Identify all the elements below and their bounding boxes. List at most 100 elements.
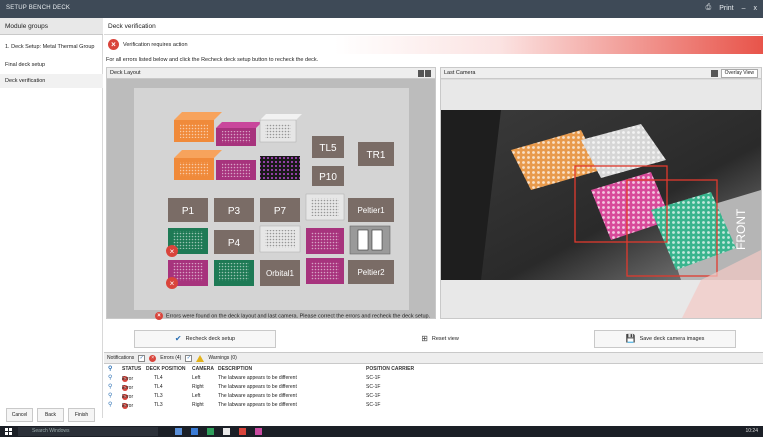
wizard-buttons: Cancel Back Finish [6,408,95,422]
labware-magenta-4[interactable] [306,258,344,284]
column-deck-position[interactable]: DECK POSITION [146,366,185,372]
sidebar-item-deck-setup[interactable]: 1. Deck Setup: Metal Thermal Group [0,40,103,54]
tip-holder-icon[interactable] [349,225,391,255]
save-icon: 💾 [625,334,636,343]
labware-orange-2[interactable] [174,150,222,180]
deck-position-TL5[interactable]: TL5 [312,136,344,158]
windows-start-icon[interactable] [5,428,12,435]
back-button[interactable]: Back [37,408,64,422]
reset-view-button[interactable]: ⊞ Reset view [420,330,460,348]
sidebar-item-deck-verification[interactable]: Deck verification [0,74,103,88]
warning-filter-checkbox[interactable]: ✓ [185,354,193,362]
deck-position-TR1[interactable]: TR1 [358,142,394,166]
reset-view-icon: ⊞ [421,334,428,343]
deck-layout-panel: Deck Layout TL5 TR1 P10 P1 P3 P7 Peltier… [106,67,436,320]
finish-button[interactable]: Finish [68,408,95,422]
app-icon-2[interactable] [255,428,262,435]
error-icon: × [108,39,119,50]
camera-icon [710,70,718,77]
search-icon[interactable]: ⚲ [108,365,112,372]
app-icon[interactable] [239,428,246,435]
row-status: Error [122,403,134,409]
locate-icon[interactable]: ⚲ [108,383,112,390]
table-row[interactable]: ⚲ × Error TL4 Right The labware appears … [104,383,763,392]
deck-position-Peltier2[interactable]: Peltier2 [348,260,394,284]
view-option[interactable]: Overlay View [720,69,758,78]
warning-icon [196,354,205,362]
error-filter-checkbox[interactable]: ✓ [138,354,146,362]
warning-filter-label: Warnings (0) [208,355,237,361]
deck-layout-view[interactable]: TL5 TR1 P10 P1 P3 P7 Peltier1 × P4 × Orb… [134,88,409,310]
taskbar: Search Windows 10:24 [0,426,763,437]
task-view-icon[interactable] [175,428,182,435]
locate-icon[interactable]: ⚲ [108,374,112,381]
taskbar-search[interactable]: Search Windows [18,427,158,436]
labware-magenta-3[interactable] [306,228,344,254]
deck-position-P7[interactable]: P7 [260,198,300,222]
row-position: TL3 [154,393,163,399]
labware-white-1[interactable] [259,114,302,143]
column-description[interactable]: DESCRIPTION [218,366,252,372]
sidebar-item-final-deck-setup[interactable]: Final deck setup [0,58,103,72]
row-carrier: SC-1F [366,375,381,381]
recheck-label: Recheck deck setup [185,336,236,342]
print-label[interactable]: Print [719,5,733,12]
row-camera: Left [192,393,201,399]
deck-label-Peltier1: Peltier1 [357,206,385,215]
labware-green-error-1[interactable]: × [166,228,208,257]
deck-label-P10: P10 [319,172,337,183]
camera-image[interactable]: FRONT [441,80,761,318]
deck-position-P10[interactable]: P10 [312,166,344,186]
labware-magenta-error[interactable]: × [166,260,208,289]
deck-position-P3[interactable]: P3 [214,198,254,222]
reset-view-label: Reset view [431,336,459,342]
table-header: ⚲ STATUS DECK POSITION CAMERA DESCRIPTIO… [104,365,763,374]
sidebar-header-label: Module groups [5,23,48,30]
table-row[interactable]: ⚲ × Error TL3 Left The labware appears t… [104,392,763,401]
close-button[interactable]: x [754,5,758,12]
deck-position-Orbital1[interactable]: Orbital1 [260,260,300,286]
column-position-carrier[interactable]: POSITION CARRIER [366,366,414,372]
row-description: The labware appears to be different [218,393,297,399]
table-row[interactable]: ⚲ × Error TL3 Right The labware appears … [104,401,763,410]
save-camera-images-button[interactable]: 💾 Save deck camera images [594,330,736,348]
labware-magenta-1[interactable] [216,122,262,146]
excel-icon[interactable] [207,428,214,435]
system-clock[interactable]: 10:24 [745,428,758,434]
deck-position-P1[interactable]: P1 [168,198,208,222]
view-toggle-icon[interactable] [418,70,432,77]
column-status[interactable]: STATUS [122,366,141,372]
labware-black-purple[interactable] [260,156,300,180]
camera-panel: Last Camera Overlay View FRONT [440,67,762,319]
taskbar-apps [175,428,262,435]
deck-layout-svg: TL5 TR1 P10 P1 P3 P7 Peltier1 × P4 × Orb… [166,112,394,289]
row-camera: Right [192,402,204,408]
row-carrier: SC-1F [366,384,381,390]
row-carrier: SC-1F [366,402,381,408]
labware-white-2[interactable] [305,193,345,221]
error-icon: × [155,312,163,320]
column-camera[interactable]: CAMERA [192,366,214,372]
row-description: The labware appears to be different [218,375,297,381]
deck-label-P7: P7 [274,206,287,217]
deck-position-P4[interactable]: P4 [214,230,254,254]
cancel-button[interactable]: Cancel [6,408,33,422]
deck-position-Peltier1[interactable]: Peltier1 [348,198,394,222]
view-selector[interactable]: Overlay View [710,69,758,78]
file-explorer-icon[interactable] [223,428,230,435]
table-row[interactable]: ⚲ × Error TL4 Left The labware appears t… [104,374,763,383]
printer-icon[interactable]: ⎙ [706,4,712,12]
labware-green-2[interactable] [214,260,254,286]
error-icon: × [149,354,157,362]
minimize-button[interactable]: – [742,5,746,12]
edge-icon[interactable] [191,428,198,435]
deck-label-P4: P4 [228,238,241,249]
row-description: The labware appears to be different [218,402,297,408]
locate-icon[interactable]: ⚲ [108,401,112,408]
locate-icon[interactable]: ⚲ [108,392,112,399]
labware-magenta-2[interactable] [216,160,256,180]
labware-white-3[interactable] [259,225,301,253]
row-position: TL4 [154,384,163,390]
recheck-deck-button[interactable]: ✔ Recheck deck setup [134,330,276,348]
labware-orange-1[interactable] [174,112,222,142]
